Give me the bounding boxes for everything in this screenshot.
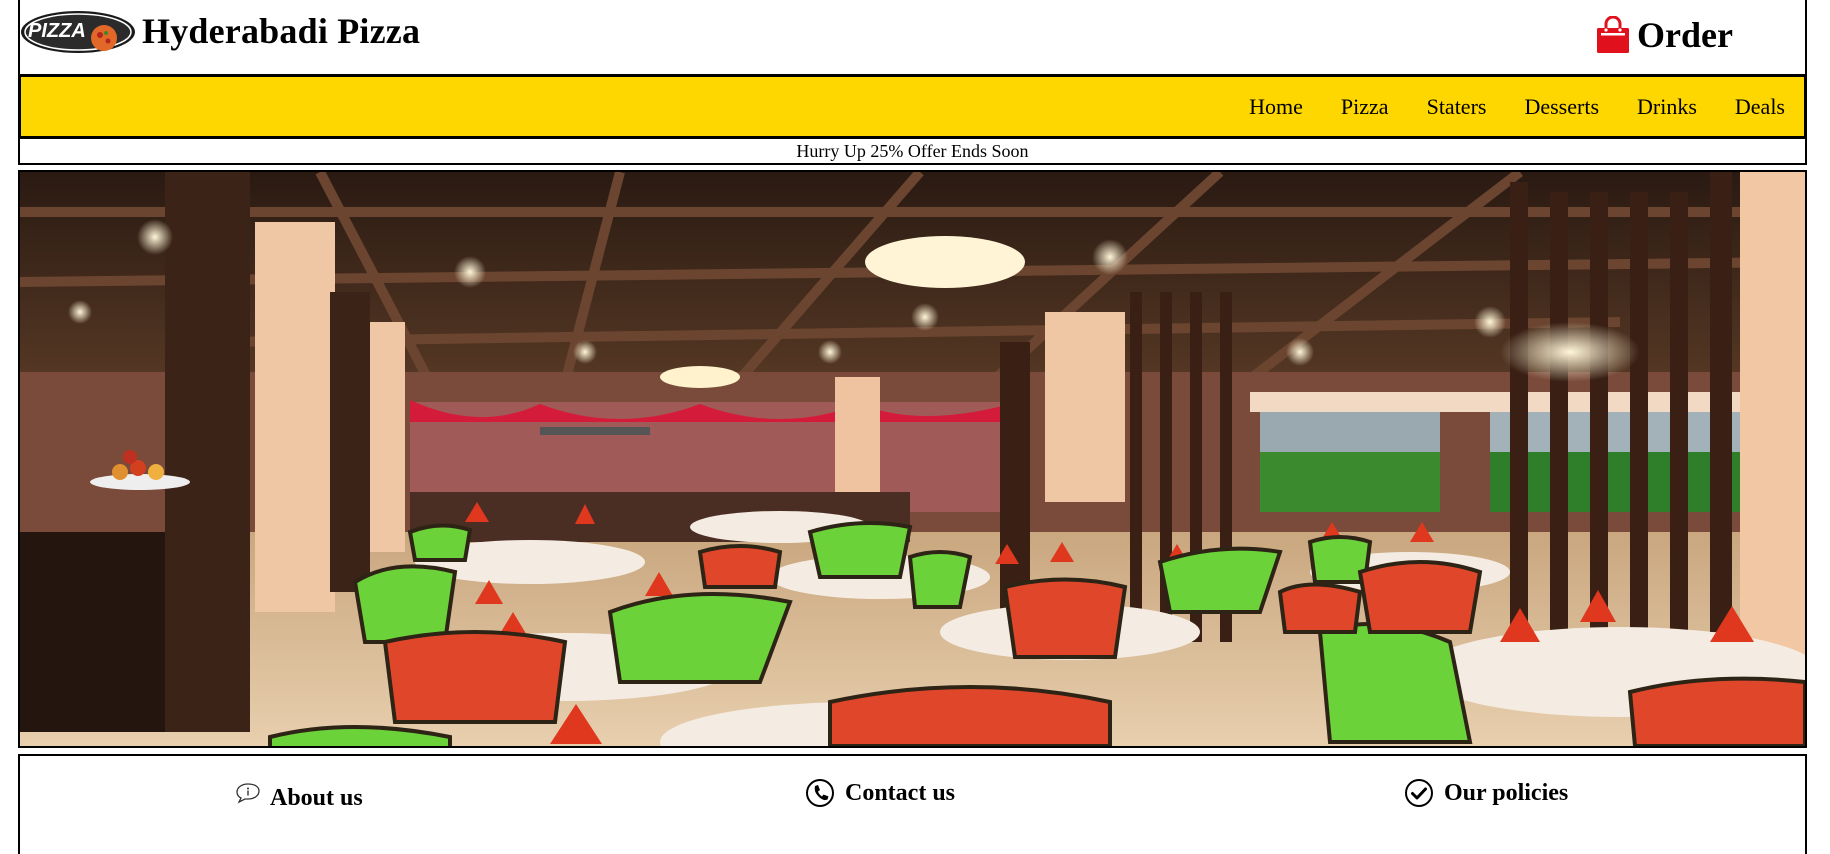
- main-nav: Home Pizza Staters Desserts Drinks Deals: [18, 74, 1807, 139]
- shopping-bag-icon: [1597, 16, 1629, 53]
- phone-icon: [806, 779, 834, 807]
- nav-item-deals[interactable]: Deals: [1716, 95, 1804, 118]
- check-circle-icon: [1405, 779, 1433, 807]
- site-title[interactable]: Hyderabadi Pizza: [142, 10, 420, 52]
- nav-item-staters[interactable]: Staters: [1408, 95, 1506, 118]
- offer-banner: Hurry Up 25% Offer Ends Soon: [18, 139, 1807, 165]
- contact-us-label: Contact us: [845, 779, 956, 806]
- nav-item-desserts[interactable]: Desserts: [1505, 95, 1618, 118]
- info-icon: [236, 783, 260, 804]
- footer-links: About us Contact us Our policies: [18, 754, 1807, 854]
- about-us-link[interactable]: About us: [236, 782, 363, 814]
- nav-item-drinks[interactable]: Drinks: [1618, 95, 1716, 118]
- order-button[interactable]: Order: [1595, 14, 1733, 56]
- order-label: Order: [1637, 15, 1733, 55]
- nav-item-pizza[interactable]: Pizza: [1322, 95, 1408, 118]
- our-policies-link[interactable]: Our policies: [1404, 778, 1568, 808]
- hero-image: [18, 170, 1807, 748]
- our-policies-label: Our policies: [1444, 779, 1569, 806]
- contact-us-link[interactable]: Contact us: [805, 778, 955, 808]
- nav-item-home[interactable]: Home: [1230, 95, 1322, 118]
- svg-text:PIZZA: PIZZA: [28, 20, 86, 42]
- about-us-label: About us: [270, 784, 363, 811]
- site-header: PIZZA Hyderabadi Pizza Order: [18, 0, 1807, 76]
- pizza-logo[interactable]: PIZZA: [20, 8, 140, 54]
- restaurant-interior-image: [20, 172, 1805, 746]
